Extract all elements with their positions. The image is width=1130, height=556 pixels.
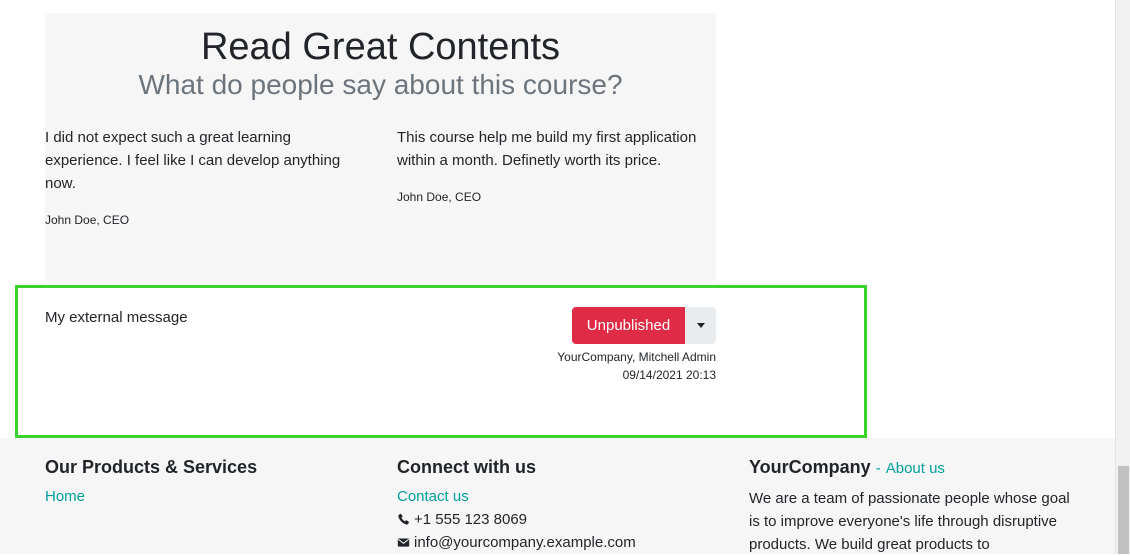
about-us-link[interactable]: About us (886, 460, 945, 477)
footer-products-column: Our Products & Services Home (45, 456, 257, 508)
footer-company-column: YourCompany - About us We are a team of … (749, 456, 1079, 556)
company-name: YourCompany (749, 457, 871, 477)
message-datetime: 09/14/2021 20:13 (622, 368, 716, 382)
phone-icon (398, 513, 409, 525)
quote-text: This course help me build my first appli… (397, 129, 697, 169)
testimonials-section: Read Great Contents What do people say a… (45, 13, 716, 281)
quote-text: I did not expect such a great learning e… (45, 129, 341, 192)
phone-number: +1 555 123 8069 (414, 511, 528, 528)
message-author: YourCompany, Mitchell Admin (557, 350, 716, 364)
external-message-card: My external message Unpublished YourComp… (15, 285, 867, 438)
caret-down-icon (697, 323, 705, 328)
scrollbar-thumb[interactable] (1118, 466, 1129, 554)
company-description: We are a team of passionate people whose… (749, 490, 1070, 553)
footer-products-heading: Our Products & Services (45, 457, 258, 477)
message-meta: YourCompany, Mitchell Admin 09/14/2021 2… (557, 348, 716, 384)
envelope-icon (397, 538, 410, 547)
email-address: info@yourcompany.example.com (414, 534, 636, 551)
message-text: My external message (45, 309, 188, 326)
footer-link-home[interactable]: Home (45, 488, 85, 505)
page-scrollbar[interactable] (1115, 0, 1130, 554)
contact-us-link[interactable]: Contact us (397, 488, 469, 505)
footer: Our Products & Services Home Connect wit… (0, 438, 1115, 554)
footer-connect-column: Connect with us Contact us +1 555 123 80… (397, 456, 636, 554)
quote-author: John Doe, CEO (397, 190, 482, 204)
testimonial-quote: This course help me build my first appli… (397, 126, 716, 205)
publish-dropdown-button[interactable] (685, 307, 716, 344)
phone-line: +1 555 123 8069 (397, 508, 636, 531)
footer-company-heading: YourCompany - About us (749, 456, 1079, 480)
unpublished-button[interactable]: Unpublished (572, 307, 685, 344)
heading-separator: - (875, 460, 881, 477)
footer-connect-heading: Connect with us (397, 457, 536, 477)
section-subtitle: What do people say about this course? (138, 69, 623, 100)
publish-toggle-group: Unpublished (572, 307, 716, 344)
testimonial-quote: I did not expect such a great learning e… (45, 126, 355, 228)
email-line: info@yourcompany.example.com (397, 531, 636, 554)
section-title: Read Great Contents (200, 26, 561, 68)
quote-author: John Doe, CEO (45, 213, 130, 227)
